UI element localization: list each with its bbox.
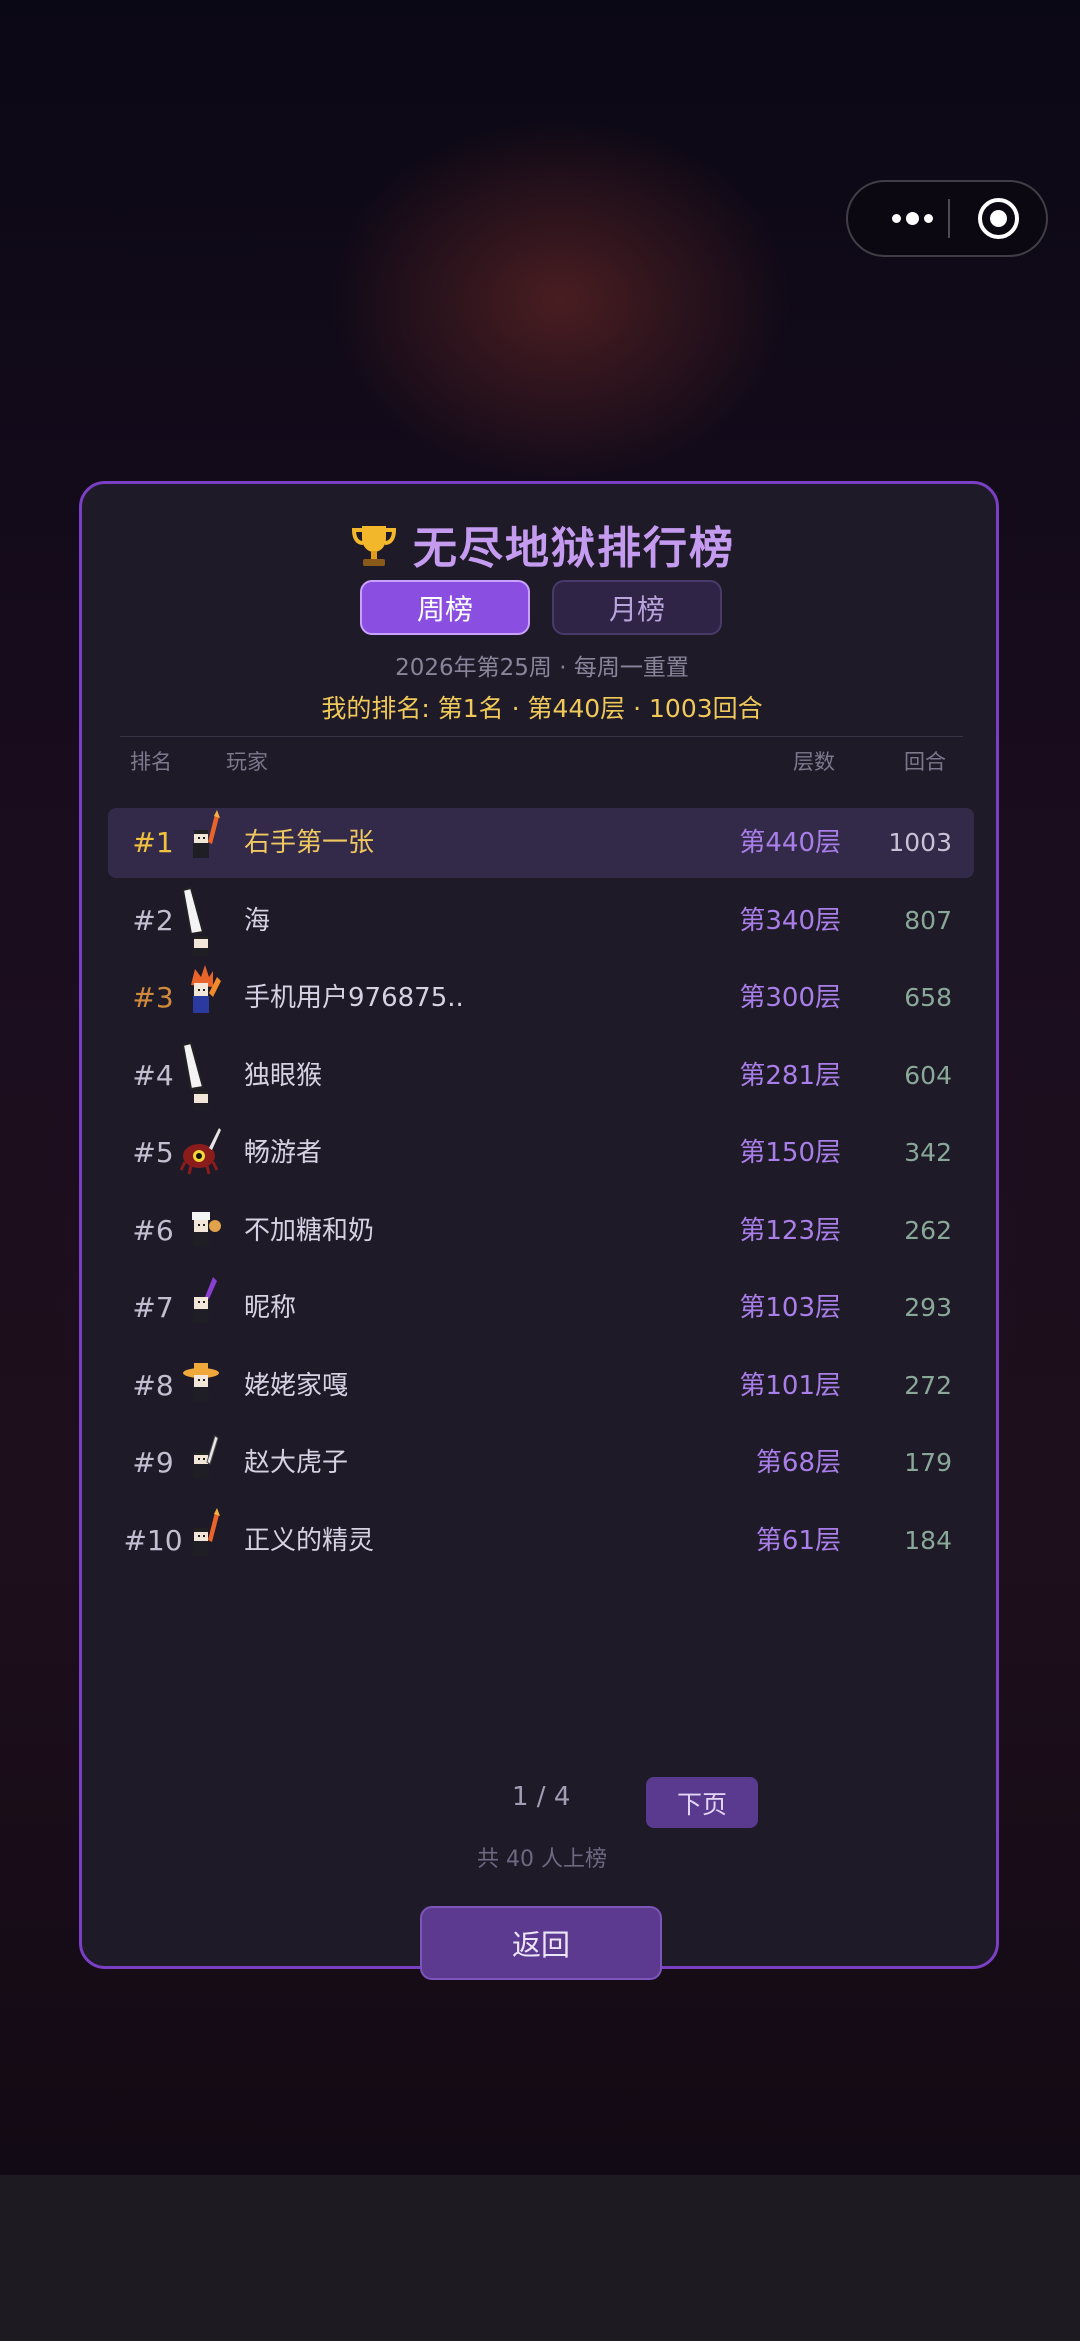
straw-hat-avatar (183, 1362, 219, 1401)
row-floor: 第440层 (739, 828, 841, 858)
leaderboard-row[interactable]: #3 手机用户976875.. 第300层 658 (108, 963, 974, 1033)
row-floor: 第68层 (755, 1448, 841, 1478)
week-info: 2026年第25周 · 每周一重置 (395, 655, 689, 681)
trophy-icon (351, 526, 397, 566)
header-rounds: 回合 (904, 750, 946, 774)
leaderboard-row[interactable]: #8 姥姥家嘎 第101层 272 (108, 1351, 974, 1421)
purple-feather-avatar (193, 1277, 217, 1323)
header-floor: 层数 (793, 750, 835, 774)
knight-fire-sword-avatar (193, 1507, 220, 1556)
row-rounds: 262 (904, 1215, 952, 1245)
leaderboard-panel: 无尽地狱排行榜 周榜 月榜 2026年第25周 · 每周一重置 我的排名: 第1… (79, 481, 1002, 1980)
header-player: 玩家 (226, 750, 268, 774)
leaderboard-row[interactable]: #4 独眼猴 第281层 604 (108, 1041, 974, 1111)
leaderboard-row[interactable]: #9 赵大虎子 第68层 179 (108, 1428, 974, 1498)
row-player-name: 右手第一张 (244, 828, 375, 858)
row-player-name: 独眼猴 (244, 1060, 323, 1091)
page-indicator: 1 / 4 (512, 1782, 571, 1812)
leaderboard-row[interactable]: #1 右手第一张 第440层 1003 (108, 808, 974, 878)
next-page-button[interactable]: 下页 (646, 1777, 758, 1828)
capsule-divider (948, 199, 950, 238)
row-player-name: 昵称 (244, 1293, 297, 1323)
row-floor: 第101层 (739, 1370, 841, 1401)
knight-big-sword-avatar (181, 886, 209, 956)
knight-big-sword-avatar (181, 1041, 209, 1111)
knight-fire-sword-avatar (193, 810, 220, 858)
tab-weekly[interactable]: 周榜 (360, 580, 530, 635)
mini-program-capsule (846, 180, 1048, 257)
row-rounds: 342 (904, 1138, 952, 1167)
title-text: 无尽地狱排行榜 (413, 523, 735, 574)
bottom-bar (0, 2175, 1080, 2341)
more-dots-icon[interactable] (872, 182, 952, 255)
row-rounds: 293 (904, 1293, 952, 1322)
tab-monthly[interactable]: 月榜 (552, 580, 722, 635)
row-player-name: 赵大虎子 (244, 1448, 349, 1478)
row-player-name: 手机用户976875.. (244, 983, 464, 1013)
row-rounds: 807 (904, 905, 952, 935)
leaderboard-title: 无尽地狱排行榜 (82, 512, 1002, 576)
back-button[interactable]: 返回 (420, 1906, 662, 1980)
white-hat-avatar (192, 1211, 221, 1246)
row-player-name: 正义的精灵 (244, 1525, 375, 1556)
row-rounds: 272 (904, 1370, 952, 1400)
row-rounds: 184 (904, 1525, 952, 1555)
target-close-icon[interactable] (978, 198, 1019, 239)
row-floor: 第123层 (739, 1215, 841, 1246)
row-floor: 第150层 (739, 1138, 841, 1168)
row-rounds: 179 (904, 1448, 952, 1477)
knight-sword-avatar (193, 1435, 219, 1478)
total-count: 共 40 人上榜 (477, 1847, 607, 1872)
row-floor: 第103层 (739, 1293, 841, 1323)
row-floor: 第300层 (739, 983, 841, 1013)
row-player-name: 海 (244, 905, 271, 936)
header-rank: 排名 (130, 750, 172, 774)
row-rounds: 658 (904, 983, 952, 1012)
row-player-name: 畅游者 (244, 1138, 323, 1168)
row-floor: 第281层 (739, 1060, 841, 1091)
row-rounds: 1003 (888, 828, 952, 857)
red-eye-monster-avatar (179, 1128, 221, 1175)
leaderboard-row[interactable]: #2 海第340层 807 (108, 886, 974, 956)
fire-hair-avatar (191, 965, 221, 1013)
leaderboard-row[interactable]: #5 畅游者 第150层 342 (108, 1118, 974, 1188)
leaderboard-row[interactable]: #6 不加糖和奶 第123层 262 (108, 1196, 974, 1266)
my-rank: 我的排名: 第1名 · 第440层 · 1003回合 (321, 694, 763, 723)
row-floor: 第61层 (755, 1525, 841, 1556)
leaderboard-row[interactable]: #10 正义的精灵 第61层 184 (108, 1506, 974, 1576)
leaderboard-row[interactable]: #7 昵称 第103层 293 (108, 1273, 974, 1343)
row-player-name: 不加糖和奶 (244, 1215, 375, 1246)
row-player-name: 姥姥家嘎 (244, 1370, 349, 1401)
header-divider (120, 736, 963, 737)
row-floor: 第340层 (739, 905, 841, 936)
row-rounds: 604 (904, 1060, 952, 1090)
